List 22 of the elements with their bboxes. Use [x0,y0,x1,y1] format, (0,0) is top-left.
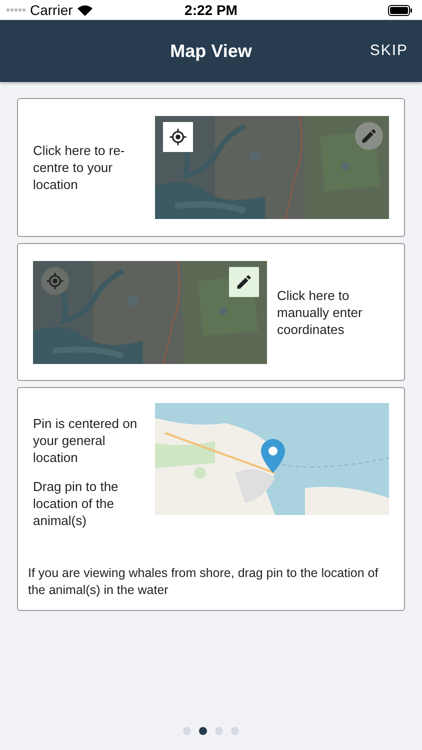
card-text: Drag pin to the location of the animal(s) [33,478,120,529]
edit-button[interactable] [229,266,259,296]
recenter-button[interactable] [163,122,193,152]
wifi-icon [76,4,93,16]
pencil-icon [235,272,253,290]
card[interactable]: Click here to manually enter coordinates [17,243,405,381]
carrier-name: Carrier [30,0,73,20]
pencil-icon [360,127,378,145]
status-time: 2:22 PM [184,0,238,20]
map-pin-icon[interactable] [261,439,285,473]
locate-icon [46,272,64,290]
card-text: Click here to re-centre to your location [33,142,126,193]
locate-icon [169,128,187,146]
battery-icon [388,4,412,16]
skip-button[interactable]: SKIP [370,40,408,62]
card-text: Click here to manually enter coordinates [277,286,364,338]
card[interactable]: Pin is centered on your general location Drag pin to the location of the animal(s) If you are viewing whales from shore, drag pin to the location of the animal(s) in the water [17,387,405,611]
card[interactable]: Click here to re-centre to your location [17,98,405,237]
screen-title: Map View [170,40,252,63]
signal-icon [6,8,26,12]
hint-text: If you are viewing whales from shore, drag pin to the location of the animal(s) in the water [28,565,380,599]
card-text: Pin is centered on your general location [33,415,138,466]
